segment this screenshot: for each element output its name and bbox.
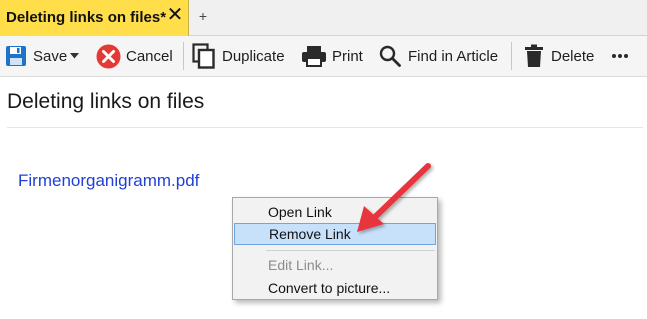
trash-icon	[525, 44, 543, 67]
title-divider	[7, 127, 643, 128]
delete-button[interactable]: Delete	[524, 36, 594, 76]
duplicate-icon	[192, 43, 215, 69]
print-label: Print	[332, 47, 363, 65]
find-label: Find in Article	[408, 47, 499, 65]
delete-label: Delete	[551, 47, 595, 65]
menu-item-convert-to-picture[interactable]: Convert to picture...	[234, 277, 436, 299]
toolbar: Save Cancel Duplicate Print Find in Arti…	[0, 36, 647, 77]
dropdown-caret-icon	[70, 53, 79, 59]
cancel-icon	[96, 44, 121, 68]
save-dropdown[interactable]	[70, 36, 79, 76]
menu-separator	[266, 250, 435, 251]
print-button[interactable]: Print	[301, 36, 363, 76]
close-icon[interactable]: ✕	[166, 5, 184, 25]
save-label: Save	[33, 47, 68, 65]
more-button[interactable]	[611, 36, 629, 76]
menu-item-edit-link: Edit Link...	[268, 257, 334, 273]
tab-article[interactable]: Deleting links on files* ✕	[0, 0, 189, 36]
cancel-button[interactable]: Cancel	[96, 36, 173, 76]
toolbar-divider	[511, 42, 512, 70]
duplicate-label: Duplicate	[222, 47, 285, 65]
save-icon	[6, 46, 26, 66]
duplicate-button[interactable]: Duplicate	[192, 36, 285, 76]
article-title[interactable]: Deleting links on files	[7, 90, 204, 114]
tab-bar: Deleting links on files* ✕ +	[0, 0, 647, 36]
context-menu: Open Link Remove Link Edit Link... Conve…	[232, 197, 438, 300]
more-icon	[612, 54, 628, 58]
file-link[interactable]: Firmenorganigramm.pdf	[18, 171, 199, 191]
tab-title: Deleting links on files*	[6, 9, 167, 26]
menu-item-remove-link[interactable]: Remove Link	[234, 223, 436, 245]
menu-item-open-link[interactable]: Open Link	[234, 201, 436, 223]
save-button[interactable]: Save	[5, 36, 67, 76]
add-tab-icon[interactable]: +	[196, 9, 210, 23]
search-icon	[379, 45, 401, 67]
cancel-label: Cancel	[126, 47, 173, 65]
print-icon	[302, 46, 326, 67]
find-in-article-button[interactable]: Find in Article	[379, 36, 498, 76]
toolbar-divider	[183, 42, 184, 70]
